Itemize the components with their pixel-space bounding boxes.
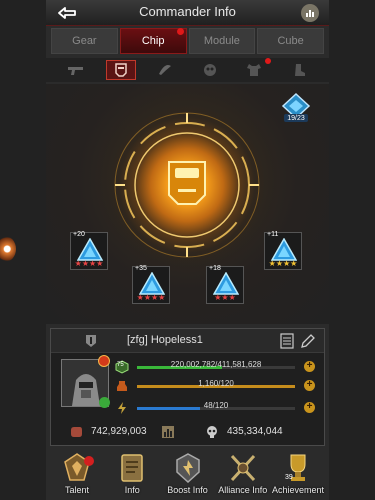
exp-row: 75 220,002,782/411,581,628 + xyxy=(115,360,315,374)
nav-talent[interactable]: Talent xyxy=(50,452,104,500)
subtab-boot[interactable] xyxy=(277,58,322,82)
nav-info[interactable]: Info xyxy=(105,452,159,500)
player-info-header: [zfg] Hopeless1 xyxy=(51,329,324,353)
player-name: [zfg] Hopeless1 xyxy=(127,334,203,346)
chip-subtabs xyxy=(46,58,329,82)
chip-slot-3[interactable]: +18 ★★★ xyxy=(206,265,244,304)
add-energy-button[interactable]: + xyxy=(304,402,315,413)
nav-boost-info[interactable]: Boost Info xyxy=(161,452,215,500)
right-backdrop xyxy=(329,0,375,500)
potion-icon xyxy=(117,381,127,391)
stats-detail-icon xyxy=(162,426,174,438)
add-exp-button[interactable]: + xyxy=(304,361,315,372)
add-stamina-button[interactable]: + xyxy=(304,380,315,391)
gun-icon xyxy=(68,67,84,75)
tab-label: Gear xyxy=(72,35,97,47)
nav-label: Achievement xyxy=(271,485,325,495)
tab-gear[interactable]: Gear xyxy=(51,28,118,54)
subtab-boots[interactable] xyxy=(143,58,188,82)
skull-icon xyxy=(207,426,217,438)
slot-stars: ★★★ xyxy=(214,293,236,302)
chip-slot-2[interactable]: +35 ★★★★ xyxy=(132,265,170,304)
fist-icon xyxy=(71,427,82,437)
energy-icon xyxy=(118,402,126,414)
achievement-count: 39 xyxy=(285,474,293,481)
tab-chip[interactable]: Chip xyxy=(119,28,187,54)
commander-panel: Commander Info Gear Chip Module Cube 19/… xyxy=(46,0,329,500)
subtab-mask[interactable] xyxy=(188,58,233,82)
boost-icon xyxy=(175,453,200,484)
chip-tab-icon xyxy=(115,63,127,77)
bar-chart-icon xyxy=(306,10,314,17)
slot-stars: ★★★★ xyxy=(268,259,298,268)
chip-core[interactable] xyxy=(107,105,267,265)
chip-level-text: 19/23 xyxy=(287,115,305,122)
boot-icon xyxy=(294,64,305,76)
subtab-armor[interactable] xyxy=(232,58,277,82)
page-title: Commander Info xyxy=(139,4,236,19)
slot-plus-label: +11 xyxy=(267,231,279,238)
tab-module[interactable]: Module xyxy=(188,28,256,54)
chip-display: 19/23 +20 ★★★★ +35 ★★★★ +18 ★★★ +11 ★★★★ xyxy=(46,84,329,324)
crossed-swords-icon xyxy=(230,454,255,482)
nav-label: Info xyxy=(124,485,140,495)
player-level: 75 xyxy=(117,362,124,368)
list-icon[interactable] xyxy=(280,333,294,349)
stamina-text: 1,160/120 xyxy=(198,379,234,388)
slot-plus-label: +18 xyxy=(209,265,221,272)
floating-orb-icon[interactable] xyxy=(0,236,16,262)
scroll-info-icon xyxy=(121,454,143,482)
left-backdrop xyxy=(0,0,46,500)
avatar-rank-badge xyxy=(98,355,110,367)
tab-label: Module xyxy=(203,35,240,47)
slot-stars: ★★★★ xyxy=(74,259,104,268)
subtab-chip[interactable] xyxy=(99,58,144,82)
energy-row: 48/120 + xyxy=(115,401,315,414)
slot-stars: ★★★★ xyxy=(136,293,166,302)
notification-dot xyxy=(264,58,271,64)
chip-level-badge[interactable]: 19/23 xyxy=(281,92,311,128)
chip-icon xyxy=(168,161,206,205)
edit-icon[interactable] xyxy=(300,333,316,349)
notification-dot xyxy=(176,28,184,35)
header-bar: Commander Info xyxy=(46,0,329,26)
player-info-panel: [zfg] Hopeless1 75 220,002,782/411,581,6… xyxy=(50,328,325,446)
energy-text: 48/120 xyxy=(203,401,229,410)
power-value: 742,929,003 xyxy=(91,426,147,437)
bottom-nav: Talent Info Boost Info Alliance Info 39 … xyxy=(46,452,329,500)
nav-label: Boost Info xyxy=(167,485,208,495)
blade-icon xyxy=(159,65,172,75)
military-rank-icon xyxy=(86,335,96,347)
nav-label: Alliance Info xyxy=(218,485,268,495)
slot-plus-label: +35 xyxy=(135,265,147,272)
stamina-row: 1,160/120 + xyxy=(115,379,315,392)
nav-alliance-info[interactable]: Alliance Info xyxy=(216,452,270,500)
diamond-rank-icon xyxy=(281,92,311,122)
chip-slot-4[interactable]: +11 ★★★★ xyxy=(264,231,302,270)
nav-achievement[interactable]: 39 Achievement xyxy=(271,452,325,500)
mask-icon xyxy=(203,64,216,76)
main-tabs: Gear Chip Module Cube xyxy=(46,28,329,54)
tab-label: Chip xyxy=(141,35,165,47)
slot-plus-label: +20 xyxy=(73,231,85,238)
check-icon xyxy=(99,397,110,408)
armor-icon xyxy=(247,64,262,76)
tab-cube[interactable]: Cube xyxy=(257,28,324,54)
kills-value: 435,334,044 xyxy=(227,426,283,437)
exp-text: 220,002,782/411,581,628 xyxy=(170,360,262,369)
subtab-weapon[interactable] xyxy=(54,58,99,82)
notification-dot xyxy=(84,456,94,466)
tab-label: Cube xyxy=(277,35,304,47)
nav-label: Talent xyxy=(64,485,90,495)
stats-button[interactable] xyxy=(301,4,319,22)
chip-slot-1[interactable]: +20 ★★★★ xyxy=(70,231,108,270)
